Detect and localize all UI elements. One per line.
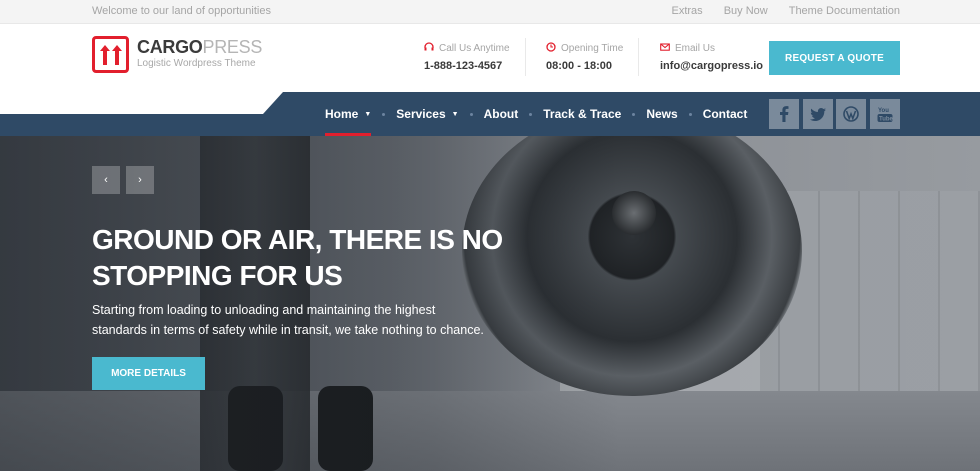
nav-item-label: About <box>483 107 519 121</box>
nav-item-label: Home <box>325 107 359 121</box>
nav-item-label: Contact <box>702 107 748 121</box>
twitter-icon[interactable] <box>803 99 833 129</box>
youtube-icon[interactable]: You Tube <box>870 99 900 129</box>
hero-title: GROUND OR AIR, THERE IS NO STOPPING FOR … <box>92 224 503 291</box>
caret-down-icon: ▼ <box>364 110 372 118</box>
nav-item-home[interactable]: Home ▼ <box>325 92 372 136</box>
nav-separator <box>469 112 473 116</box>
caret-down-icon: ▼ <box>451 110 459 118</box>
nav-menu: Home ▼ Services ▼ About Track & Trace Ne… <box>325 92 747 136</box>
contact-hours: Opening Time 08:00 - 18:00 <box>546 42 623 72</box>
welcome-text: Welcome to our land of opportunities <box>92 5 271 17</box>
chevron-right-icon: › <box>138 174 142 186</box>
contact-phone-label: Call Us Anytime <box>439 43 510 54</box>
divider <box>525 38 526 76</box>
facebook-icon[interactable] <box>769 99 799 129</box>
top-bar: Welcome to our land of opportunities Ext… <box>0 0 980 24</box>
contact-email-label: Email Us <box>675 43 716 54</box>
buy-now-link[interactable]: Buy Now <box>724 5 768 17</box>
logo-tagline: Logistic Wordpress Theme <box>137 58 256 69</box>
theme-documentation-link[interactable]: Theme Documentation <box>789 5 900 17</box>
nav-item-label: News <box>646 107 678 121</box>
contact-hours-label: Opening Time <box>561 43 624 54</box>
nav-separator <box>529 112 533 116</box>
contact-email: Email Us info@cargopress.io <box>660 42 763 72</box>
logo-brand-primary: CARGO <box>137 37 203 57</box>
headphones-icon <box>424 42 434 55</box>
nav-item-label: Services <box>396 107 446 121</box>
prev-slide-button[interactable]: ‹ <box>92 166 120 194</box>
more-details-button[interactable]: MORE DETAILS <box>92 357 205 390</box>
contact-hours-value: 08:00 - 18:00 <box>546 60 613 72</box>
nav-item-track-trace[interactable]: Track & Trace <box>543 92 621 136</box>
nav-separator <box>382 112 386 116</box>
svg-text:You: You <box>878 108 889 114</box>
next-slide-button[interactable]: › <box>126 166 154 194</box>
nav-item-about[interactable]: About <box>484 92 519 136</box>
logo-brand-secondary: PRESS <box>202 37 263 57</box>
clock-icon <box>546 42 556 55</box>
contact-phone-value[interactable]: 1-888-123-4567 <box>424 60 510 72</box>
nav-separator <box>688 112 692 116</box>
svg-text:Tube: Tube <box>879 117 893 123</box>
envelope-icon <box>660 42 670 55</box>
contact-phone: Call Us Anytime 1-888-123-4567 <box>424 42 510 72</box>
hero-slider: ‹ › GROUND OR AIR, THERE IS NO STOPPING … <box>0 136 980 471</box>
divider <box>638 38 639 76</box>
site-header: CARGOPRESS Logistic Wordpress Theme Call… <box>0 24 980 92</box>
nav-separator <box>632 112 636 116</box>
nav-item-contact[interactable]: Contact <box>703 92 748 136</box>
nav-item-news[interactable]: News <box>646 92 677 136</box>
logo-text[interactable]: CARGOPRESS <box>137 37 262 58</box>
chevron-left-icon: ‹ <box>104 174 108 186</box>
wordpress-icon[interactable] <box>836 99 866 129</box>
nav-item-services[interactable]: Services ▼ <box>396 92 458 136</box>
request-quote-button[interactable]: REQUEST A QUOTE <box>769 41 900 75</box>
contact-email-value[interactable]: info@cargopress.io <box>660 60 763 72</box>
nav-item-label: Track & Trace <box>543 107 622 121</box>
hero-description: Starting from loading to unloading and m… <box>92 303 484 337</box>
extras-link[interactable]: Extras <box>672 5 703 17</box>
top-links: Extras Buy Now Theme Documentation <box>672 5 901 17</box>
logo-icon[interactable] <box>92 36 129 73</box>
